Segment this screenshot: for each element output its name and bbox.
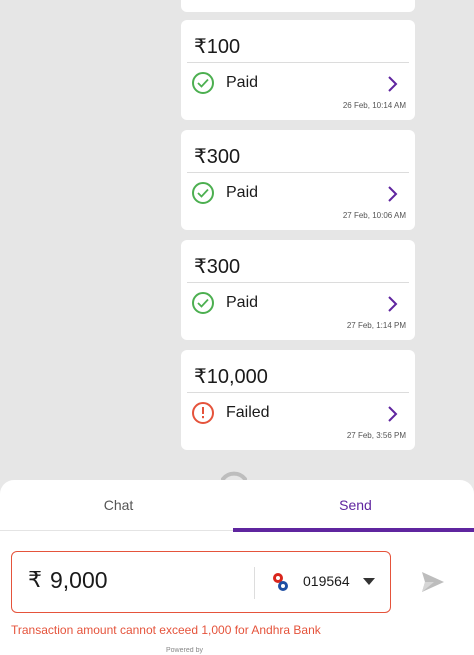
transaction-status: Paid [226,74,259,91]
amount-value[interactable]: 9,000 [50,567,108,594]
transaction-status: Paid [226,184,259,201]
transaction-timestamp: 27 Feb, 10:06 AM [342,211,406,220]
transaction-feed: ₹100 Paid 26 Feb, 10:14 AM ₹300 Paid 27 … [0,0,474,480]
payment-panel: Chat Send ₹ 9,000 019564 Transaction amo… [0,480,474,655]
transaction-card[interactable]: ₹300 Paid 27 Feb, 1:14 PM [181,240,415,340]
transaction-card[interactable]: ₹300 Paid 27 Feb, 10:06 AM [181,130,415,230]
transaction-timestamp: 27 Feb, 1:14 PM [346,321,406,330]
rupee-symbol: ₹ [28,567,42,592]
chevron-right-icon[interactable] [385,185,399,203]
andhra-bank-logo-icon[interactable] [270,570,292,594]
transaction-amount: ₹300 [194,256,241,278]
tab-send[interactable]: Send [237,480,474,530]
check-circle-icon [192,182,214,204]
chevron-right-icon[interactable] [385,295,399,313]
powered-by-label: Powered by [166,647,203,654]
transaction-timestamp: 27 Feb, 3:56 PM [346,431,406,440]
transaction-card[interactable]: ₹10,000 Failed 27 Feb, 3:56 PM [181,350,415,450]
transaction-amount: ₹100 [194,36,241,58]
transaction-amount: ₹10,000 [194,366,268,388]
chevron-right-icon[interactable] [385,75,399,93]
chevron-down-icon[interactable] [362,577,376,587]
card-divider [187,392,409,393]
transaction-amount: ₹300 [194,146,241,168]
previous-card-stub [181,0,415,12]
tab-chat[interactable]: Chat [0,480,237,530]
transaction-timestamp: 26 Feb, 10:14 AM [342,101,406,110]
card-divider [187,172,409,173]
check-circle-icon [192,292,214,314]
transaction-status: Failed [226,404,270,421]
check-circle-icon [192,72,214,94]
amount-input[interactable]: ₹ 9,000 019564 [11,551,391,613]
input-divider [254,567,255,599]
error-message: Transaction amount cannot exceed 1,000 f… [11,623,321,637]
exclamation-circle-icon [192,402,214,424]
transaction-status: Paid [226,294,259,311]
account-number[interactable]: 019564 [303,573,350,589]
send-icon[interactable] [420,570,446,594]
card-divider [187,62,409,63]
transaction-card[interactable]: ₹100 Paid 26 Feb, 10:14 AM [181,20,415,120]
chevron-right-icon[interactable] [385,405,399,423]
card-divider [187,282,409,283]
tab-active-indicator [233,528,474,532]
